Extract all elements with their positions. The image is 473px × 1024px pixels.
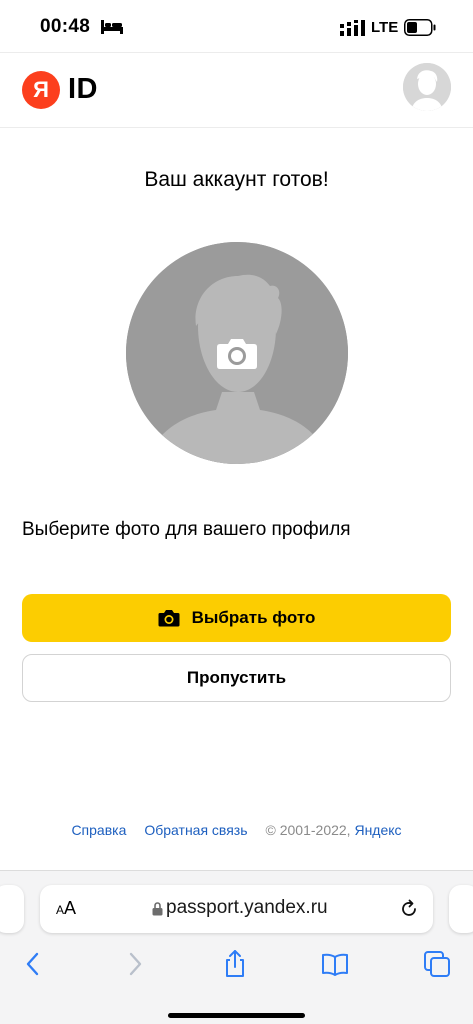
status-time: 00:48 (40, 16, 91, 37)
browser-toolbar (0, 949, 473, 989)
footer: Справка Обратная связь © 2001-2022, Яндекс (0, 822, 473, 838)
skip-button[interactable]: Пропустить (22, 654, 451, 702)
next-tab-peek[interactable] (449, 885, 473, 933)
yandex-logo[interactable]: Я (22, 71, 60, 109)
tabs-icon[interactable] (422, 949, 452, 979)
home-indicator (168, 1013, 305, 1018)
bed-icon (101, 20, 123, 34)
back-icon[interactable] (18, 949, 48, 979)
browser-chrome: AA passport.yandex.ru (0, 870, 473, 1024)
avatar-photo-picker[interactable] (126, 242, 348, 464)
photo-prompt-text: Выберите фото для вашего профиля (22, 519, 351, 540)
choose-photo-label: Выбрать фото (191, 608, 316, 627)
yandex-link[interactable]: Яндекс (354, 822, 401, 838)
network-label: LTE (371, 19, 399, 36)
forward-icon[interactable] (120, 949, 150, 979)
battery-icon (404, 19, 436, 36)
signal-icon (340, 20, 365, 36)
user-avatar[interactable] (403, 63, 451, 111)
url-text[interactable]: passport.yandex.ru (166, 897, 328, 919)
status-bar: 00:48 LTE (0, 0, 473, 52)
copyright-text: © 2001-2022, (265, 822, 351, 838)
page-title: Ваш аккаунт готов! (144, 168, 329, 191)
bookmarks-icon[interactable] (320, 949, 350, 979)
lock-icon (152, 902, 163, 916)
avatar-silhouette-icon (403, 63, 451, 111)
reload-icon[interactable] (399, 899, 419, 919)
help-link[interactable]: Справка (71, 822, 126, 838)
camera-icon (158, 610, 180, 627)
choose-photo-button[interactable]: Выбрать фото (22, 594, 451, 642)
feedback-link[interactable]: Обратная связь (144, 822, 247, 838)
share-icon[interactable] (220, 949, 250, 979)
camera-icon (217, 339, 257, 369)
app-header: Я ID (0, 52, 473, 128)
text-size-button[interactable]: AA (56, 898, 76, 919)
previous-tab-peek[interactable] (0, 885, 24, 933)
address-bar[interactable]: AA passport.yandex.ru (40, 885, 433, 933)
id-label: ID (68, 73, 98, 105)
skip-label: Пропустить (186, 668, 287, 687)
